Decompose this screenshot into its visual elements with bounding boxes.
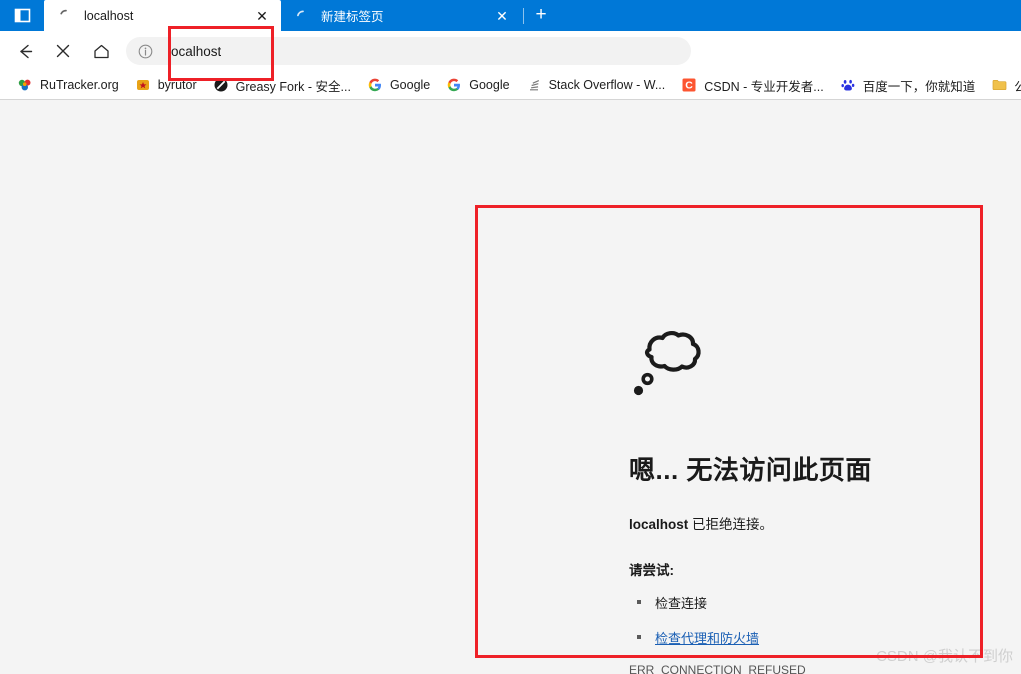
loading-spinner-icon [58, 8, 74, 24]
bookmark-label: Stack Overflow - W... [548, 78, 666, 92]
browser-titlebar: localhost ✕ 新建标签页 ✕ + [0, 0, 1021, 31]
thought-bubble-icon [629, 325, 969, 404]
tabbar-divider [523, 7, 524, 24]
browser-tab-new[interactable]: 新建标签页 ✕ [281, 0, 521, 31]
info-circle-icon[interactable] [136, 42, 154, 60]
bookmark-label: 百度一下，你就知道 [862, 79, 976, 94]
bookmark-folder-company[interactable]: 公司 [984, 73, 1021, 97]
bookmark-greasyfork[interactable]: Greasy Fork - 安全... [206, 73, 358, 97]
error-page: 嗯... 无法访问此页面 localhost 已拒绝连接。 请尝试: 检查连接 … [629, 325, 969, 674]
tab-close-button[interactable]: ✕ [249, 3, 275, 29]
baidu-icon [840, 77, 856, 93]
error-subtitle: localhost 已拒绝连接。 [629, 513, 969, 533]
address-bar[interactable]: localhost [126, 37, 691, 65]
stackoverflow-icon [526, 77, 542, 93]
suggestion-text: 检查连接 [655, 596, 708, 611]
bookmark-baidu[interactable]: 百度一下，你就知道 [833, 73, 983, 97]
back-button[interactable] [6, 35, 44, 67]
google-icon [367, 77, 383, 93]
page-viewport: 嗯... 无法访问此页面 localhost 已拒绝连接。 请尝试: 检查连接 … [0, 100, 1021, 674]
list-item: 检查连接 [629, 593, 969, 612]
folder-icon [991, 77, 1007, 93]
navigation-toolbar: localhost [0, 31, 1021, 71]
new-tab-button[interactable]: + [526, 0, 556, 30]
bookmark-google-1[interactable]: Google [360, 73, 437, 97]
address-bar-value: localhost [168, 43, 222, 59]
bookmark-label: Google [389, 78, 431, 92]
loading-spinner-icon [295, 8, 311, 24]
byrutor-icon [135, 77, 151, 93]
stop-loading-button[interactable] [44, 35, 82, 67]
greasyfork-icon [213, 77, 229, 93]
error-title: 嗯... 无法访问此页面 [629, 455, 872, 485]
bookmark-label: RuTracker.org [40, 78, 119, 92]
error-try-heading: 请尝试: [629, 563, 674, 578]
bookmarks-bar: RuTracker.org byrutor Greasy Fork - 安全..… [0, 71, 1021, 100]
error-suggestion-list: 检查连接 检查代理和防火墙 [629, 593, 969, 647]
tab-title: 新建标签页 [321, 10, 384, 24]
csdn-watermark: CSDN @我认不到你 [876, 648, 1013, 665]
bookmark-google-2[interactable]: Google [439, 73, 516, 97]
bookmark-rutracker[interactable]: RuTracker.org [10, 73, 126, 97]
bookmark-stackoverflow[interactable]: Stack Overflow - W... [519, 73, 673, 97]
bookmark-label: Google [469, 78, 510, 92]
svg-text:C: C [685, 80, 693, 92]
bookmark-label: CSDN - 专业开发者... [704, 79, 824, 94]
error-subtitle-rest: 已拒绝连接。 [688, 517, 774, 532]
bookmark-label: Greasy Fork - 安全... [235, 79, 351, 94]
bookmark-byrutor[interactable]: byrutor [128, 73, 204, 97]
tab-title: localhost [84, 8, 134, 23]
bookmark-label: byrutor [157, 78, 197, 92]
tab-close-button[interactable]: ✕ [489, 3, 515, 29]
browser-tab-localhost[interactable]: localhost ✕ [44, 0, 281, 31]
error-subtitle-host: localhost [629, 517, 689, 532]
home-button[interactable] [82, 35, 120, 67]
bookmark-label: 公司 [1014, 76, 1021, 95]
rutracker-icon [17, 77, 33, 93]
csdn-icon: C [681, 77, 697, 93]
bookmark-csdn[interactable]: C CSDN - 专业开发者... [674, 73, 830, 97]
tab-actions-button[interactable] [0, 0, 44, 31]
google-icon [446, 77, 462, 93]
suggestion-link-proxy-firewall[interactable]: 检查代理和防火墙 [655, 631, 759, 646]
